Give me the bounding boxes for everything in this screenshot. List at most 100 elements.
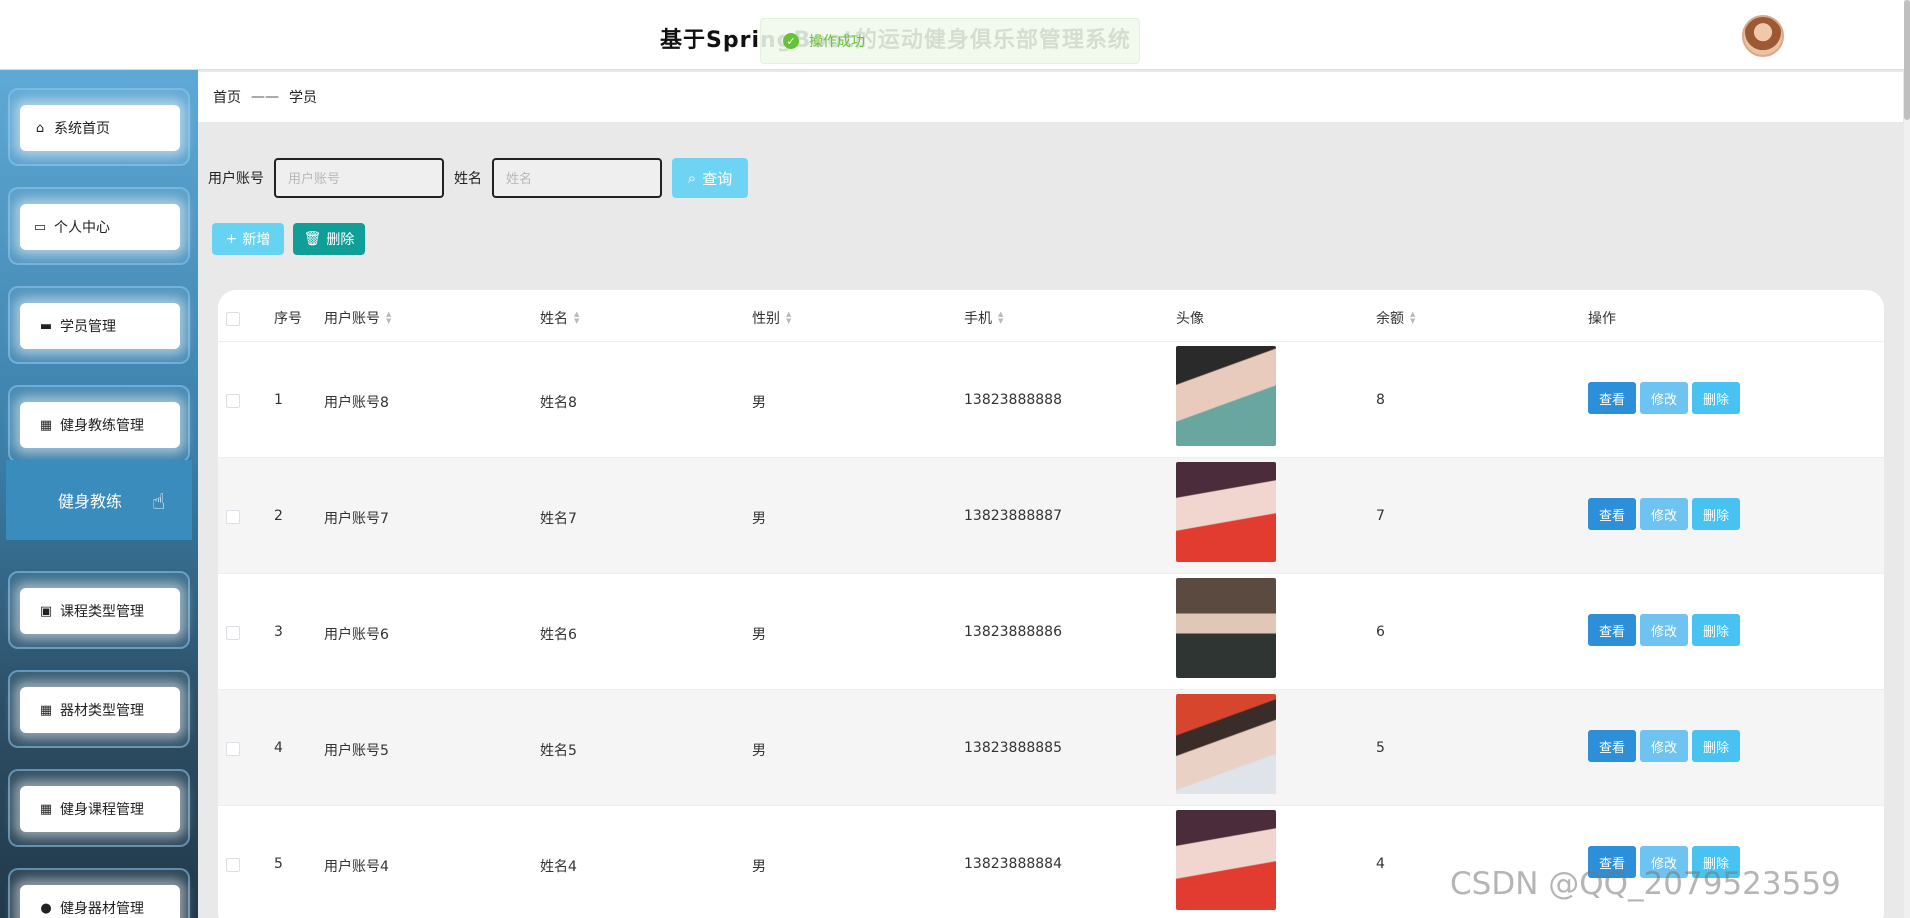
scrollbar-thumb[interactable] (1904, 0, 1910, 120)
sidebar-item-label: 系统首页 (54, 121, 110, 137)
delete-button[interactable]: 删除 (1692, 730, 1740, 762)
row-balance: 8 (1376, 392, 1385, 408)
col-account-header[interactable]: 用户账号 ▲ ▼ (324, 308, 391, 328)
plus-icon: + (225, 231, 238, 247)
sidebar-button-course-type[interactable]: ▣ 课程类型管理 (20, 588, 180, 634)
row-phone: 13823888887 (964, 508, 1062, 524)
row-index: 3 (274, 624, 283, 640)
view-button[interactable]: 查看 (1588, 382, 1636, 414)
student-photo (1176, 462, 1276, 562)
sidebar-item-label: 健身器材管理 (60, 901, 144, 917)
card-icon: ▭ (33, 219, 47, 235)
account-label: 用户账号 (208, 171, 264, 187)
sort-icon[interactable]: ▲ ▼ (386, 311, 391, 325)
action-buttons: + 新增 🗑 删除 (212, 223, 365, 255)
sidebar-button-home[interactable]: ⌂ 系统首页 (20, 105, 180, 151)
search-bar: 用户账号 姓名 ⌕ 查询 (208, 158, 748, 198)
row-gender: 男 (752, 743, 766, 759)
success-toast: ✓ 操作成功 (760, 18, 1140, 64)
hand-cursor-icon: ☝ (152, 490, 166, 515)
row-gender: 男 (752, 859, 766, 875)
sidebar-item-course-type[interactable]: ▣ 课程类型管理 (8, 571, 190, 649)
row-account: 用户账号5 (324, 743, 389, 759)
add-button[interactable]: + 新增 (212, 223, 284, 255)
table-row: 1 用户账号8 姓名8 男 13823888888 8 查看 修改 删除 (218, 342, 1884, 458)
sidebar-item-course[interactable]: ▦ 健身课程管理 (8, 769, 190, 847)
home-icon: ⌂ (35, 120, 45, 136)
sidebar-button-equipment[interactable]: ● 健身器材管理 (20, 885, 180, 918)
sort-icon[interactable]: ▲ ▼ (1410, 311, 1415, 325)
row-checkbox[interactable] (226, 742, 240, 756)
sidebar-item-label: 课程类型管理 (60, 604, 144, 620)
top-header: 基于SpringBoot的运动健身俱乐部管理系统 ✓ 操作成功 (0, 0, 1910, 70)
delete-button[interactable]: 删除 (1692, 614, 1740, 646)
view-button[interactable]: 查看 (1588, 730, 1636, 762)
sidebar-item-coach[interactable]: ▦ 健身教练管理 (8, 385, 190, 463)
sort-icon[interactable]: ▲ ▼ (786, 311, 791, 325)
row-balance: 4 (1376, 856, 1385, 872)
row-name: 姓名8 (540, 395, 577, 411)
breadcrumb: 首页 —— 学员 (198, 72, 1903, 122)
view-button[interactable]: 查看 (1588, 498, 1636, 530)
query-button-label: 查询 (702, 169, 733, 188)
account-search-input[interactable] (274, 158, 444, 198)
table-row: 4 用户账号5 姓名5 男 13823888885 5 查看 修改 删除 (218, 690, 1884, 806)
sort-icon[interactable]: ▲ ▼ (574, 311, 579, 325)
select-all-checkbox[interactable] (226, 312, 240, 326)
row-checkbox[interactable] (226, 394, 240, 408)
sidebar-button-coach[interactable]: ▦ 健身教练管理 (20, 402, 180, 448)
sidebar-button-profile[interactable]: ▭ 个人中心 (20, 204, 180, 250)
edit-button[interactable]: 修改 (1640, 498, 1688, 530)
row-checkbox[interactable] (226, 510, 240, 524)
batch-delete-button[interactable]: 🗑 删除 (293, 223, 365, 255)
edit-button[interactable]: 修改 (1640, 730, 1688, 762)
sidebar-item-equipment-type[interactable]: ▦ 器材类型管理 (8, 670, 190, 748)
bulb-icon: ● (40, 900, 52, 916)
sidebar-item-equipment[interactable]: ● 健身器材管理 (8, 868, 190, 918)
student-photo (1176, 694, 1276, 794)
user-avatar[interactable] (1742, 15, 1784, 57)
row-account: 用户账号4 (324, 859, 389, 875)
edit-button[interactable]: 修改 (1640, 614, 1688, 646)
row-checkbox[interactable] (226, 626, 240, 640)
delete-button[interactable]: 删除 (1692, 382, 1740, 414)
view-button[interactable]: 查看 (1588, 614, 1636, 646)
sort-icon[interactable]: ▲ ▼ (998, 311, 1003, 325)
name-label: 姓名 (454, 171, 482, 187)
col-index: 序号 (274, 311, 302, 327)
row-phone: 13823888885 (964, 740, 1062, 756)
sidebar-item-label: 健身教练管理 (60, 418, 144, 434)
row-index: 2 (274, 508, 283, 524)
col-gender-header[interactable]: 性别 ▲ ▼ (752, 308, 791, 328)
edit-button[interactable]: 修改 (1640, 382, 1688, 414)
briefcase-icon: ▬ (39, 318, 53, 334)
sidebar-button-course[interactable]: ▦ 健身课程管理 (20, 786, 180, 832)
table-row: 2 用户账号7 姓名7 男 13823888887 7 查看 修改 删除 (218, 458, 1884, 574)
breadcrumb-home[interactable]: 首页 (213, 87, 241, 107)
delete-button[interactable]: 删除 (1692, 498, 1740, 530)
batch-delete-label: 删除 (326, 232, 355, 248)
row-balance: 5 (1376, 740, 1385, 756)
sidebar-button-equipment-type[interactable]: ▦ 器材类型管理 (20, 687, 180, 733)
grid-icon: ▦ (39, 801, 53, 817)
col-name-header[interactable]: 姓名 ▲ ▼ (540, 308, 579, 328)
sidebar-item-profile[interactable]: ▭ 个人中心 (8, 187, 190, 265)
page-scrollbar[interactable] (1904, 0, 1910, 918)
row-balance: 7 (1376, 508, 1385, 524)
sidebar-item-students[interactable]: ▬ 学员管理 (8, 286, 190, 364)
query-button[interactable]: ⌕ 查询 (672, 158, 748, 198)
sidebar-item-label: 器材类型管理 (60, 703, 144, 719)
col-balance-header[interactable]: 余额 ▲ ▼ (1376, 308, 1415, 328)
sidebar-item-label: 学员管理 (60, 319, 116, 335)
name-search-input[interactable] (492, 158, 662, 198)
row-name: 姓名4 (540, 859, 577, 875)
col-phone-header[interactable]: 手机 ▲ ▼ (964, 308, 1003, 328)
col-actions: 操作 (1588, 311, 1616, 327)
col-balance: 余额 (1376, 311, 1404, 327)
col-phone: 手机 (964, 311, 992, 327)
row-checkbox[interactable] (226, 858, 240, 872)
row-name: 姓名7 (540, 511, 577, 527)
student-photo (1176, 346, 1276, 446)
sidebar-button-students[interactable]: ▬ 学员管理 (20, 303, 180, 349)
sidebar-item-home[interactable]: ⌂ 系统首页 (8, 88, 190, 166)
